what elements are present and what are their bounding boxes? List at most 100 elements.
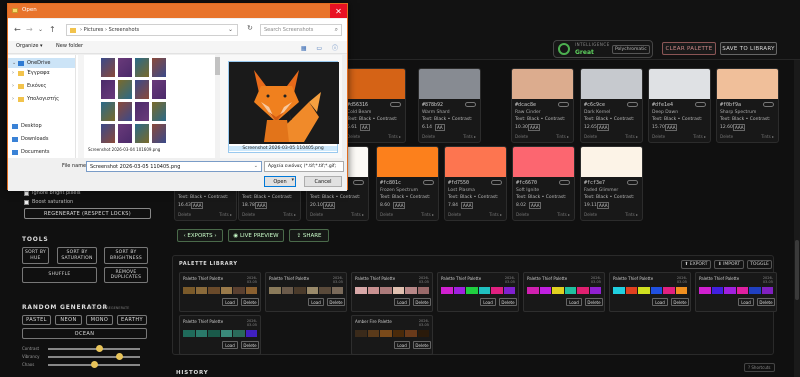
swatch-color[interactable] [649,69,710,99]
swatch-delete-button[interactable]: Delete [422,134,435,139]
library-import-button[interactable]: ⬇ IMPORT [714,260,744,269]
swatch-tints-button[interactable]: Tints ▸ [351,212,364,217]
nav-item[interactable]: Downloads [12,136,48,142]
slider-thumb[interactable] [90,361,98,368]
dialog-titlebar[interactable]: Open ✕ [8,4,347,18]
swatch-card[interactable]: #878b92 Warm Shard Text: Black • Contrast:… [418,68,481,143]
swatch-delete-button[interactable]: Delete [584,134,597,139]
swatch-card[interactable]: #fc801c Frozen Spectrum Text: Black • Cont… [376,146,439,221]
swatch-delete-button[interactable]: Delete [584,212,597,217]
file-name-chevron-icon[interactable]: ⌄ [254,163,258,169]
lock-toggle-icon[interactable] [627,180,638,185]
swatch-card[interactable]: #fc6670 Soft Ignite Text: Black • Contrast… [512,146,575,221]
load-button[interactable]: Load [480,298,496,306]
swatch-card[interactable]: #dfe1e4 Deep Dawn Text: Black • Contrast: 1… [648,68,711,143]
swatch-delete-button[interactable]: Delete [720,134,733,139]
slider-thumb[interactable] [96,345,104,352]
lock-toggle-icon[interactable] [763,102,774,107]
file-thumbnail[interactable] [135,102,149,121]
palette-strip[interactable] [613,287,687,294]
delete-button[interactable]: Delete [499,298,517,306]
lock-toggle-icon[interactable] [558,102,569,107]
load-button[interactable]: Load [222,341,238,349]
file-thumbnail[interactable] [101,80,115,99]
file-thumbnail[interactable] [101,58,115,77]
shuffle-button[interactable]: SHUFFLE [22,267,97,283]
up-arrow-icon[interactable]: ↑ [49,25,56,34]
delete-button[interactable]: Delete [241,341,259,349]
load-button[interactable]: Load [222,298,238,306]
lock-toggle-icon[interactable] [423,180,434,185]
close-button[interactable]: ✕ [330,4,347,18]
slider-chaos[interactable]: Chaos [22,361,150,368]
navigation-scrollbar[interactable] [78,55,84,158]
swatch-color[interactable] [512,69,573,99]
swatch-color[interactable] [419,69,480,99]
swatch-delete-button[interactable]: Delete [516,212,529,217]
neon-button[interactable]: NEON [55,315,82,325]
main-scroll-thumb[interactable] [795,240,799,300]
save-to-library-button[interactable]: SAVE TO LIBRARY [720,42,777,55]
slider-contrast[interactable]: Contrast [22,345,150,352]
nav-item[interactable]: › Υπολογιστής [12,96,59,102]
lock-toggle-icon[interactable] [695,102,706,107]
mono-button[interactable]: MONO [86,315,113,325]
sort-by-brightness-button[interactable]: SORT BY BRIGHTNESS [104,247,148,264]
swatch-delete-button[interactable]: Delete [515,134,528,139]
load-button[interactable]: Load [308,298,324,306]
boost-saturation-checkbox[interactable]: Boost saturation [24,199,73,205]
view-options-icon[interactable]: ▦ ▭ ⓘ [301,43,342,52]
slider-track[interactable] [48,353,140,360]
address-chevron-icon[interactable]: ⌄ [228,26,233,33]
recent-chevron-icon[interactable]: ⌄ [38,26,43,33]
swatch-card[interactable]: #f0bf9a Sharp Spectrum Text: Black • Contr… [716,68,779,143]
palette-strip[interactable] [183,287,257,294]
palette-strip[interactable] [269,287,343,294]
file-thumbnail[interactable] [118,124,132,143]
sort-by-hue-button[interactable]: SORT BY HUE [22,247,49,264]
file-thumbnail[interactable] [101,102,115,121]
load-button[interactable]: Load [738,298,754,306]
load-button[interactable]: Load [652,298,668,306]
open-button[interactable]: Open ▾ [264,176,296,187]
nav-item[interactable]: ⌄ OneDrive [8,58,75,68]
swatch-tints-button[interactable]: Tints ▸ [489,212,502,217]
swatch-delete-button[interactable]: Delete [652,134,665,139]
swatch-tints-button[interactable]: Tints ▸ [625,134,638,139]
slider-track[interactable] [48,361,140,368]
preview-thumbnail[interactable]: Screenshot 2026-03-05 110405.png [228,61,339,153]
palette-strip[interactable] [355,287,429,294]
nav-item[interactable]: Desktop [12,123,42,129]
delete-button[interactable]: Delete [327,298,345,306]
ocean-button[interactable]: OCEAN [22,328,147,339]
file-thumbnail[interactable] [152,102,166,121]
library-toggle-button[interactable]: TOGGLE [747,260,772,269]
delete-button[interactable]: Delete [757,298,775,306]
earthy-button[interactable]: EARTHY [117,315,147,325]
swatch-color[interactable] [344,69,405,99]
swatch-delete-button[interactable]: Delete [242,212,255,217]
lock-toggle-icon[interactable] [627,102,638,107]
delete-button[interactable]: Delete [413,298,431,306]
swatch-color[interactable] [581,147,642,177]
swatch-card[interactable]: #c6c9ce Dark Kernel Text: Black • Contrast… [580,68,643,143]
swatch-tints-button[interactable]: Tints ▸ [463,134,476,139]
slider-vibrancy[interactable]: Vibrancy [22,353,150,360]
swatch-tints-button[interactable]: Tints ▸ [761,134,774,139]
nav-item[interactable]: Documents [12,149,50,155]
palette-strip[interactable] [441,287,515,294]
nav-item[interactable]: › Εικόνες [12,83,46,89]
delete-button[interactable]: Delete [585,298,603,306]
swatch-card[interactable]: #d56316 Cold Beam Text: Black • Contrast: 5… [343,68,406,143]
load-button[interactable]: Load [394,341,410,349]
file-thumbnail[interactable] [135,124,149,143]
file-thumbnail[interactable] [118,80,132,99]
swatch-tints-button[interactable]: Tints ▸ [388,134,401,139]
search-input[interactable]: Search Screenshots ⌕ [260,24,342,36]
palette-strip[interactable] [183,330,257,337]
file-thumbnail[interactable] [118,58,132,77]
swatch-tints-button[interactable]: Tints ▸ [625,212,638,217]
swatch-card[interactable]: #fd7550 Lost Plasma Text: Black • Contrast… [444,146,507,221]
organize-menu[interactable]: Organize ▾ [16,43,43,49]
nav-item[interactable]: › Έγγραφα [12,70,50,76]
